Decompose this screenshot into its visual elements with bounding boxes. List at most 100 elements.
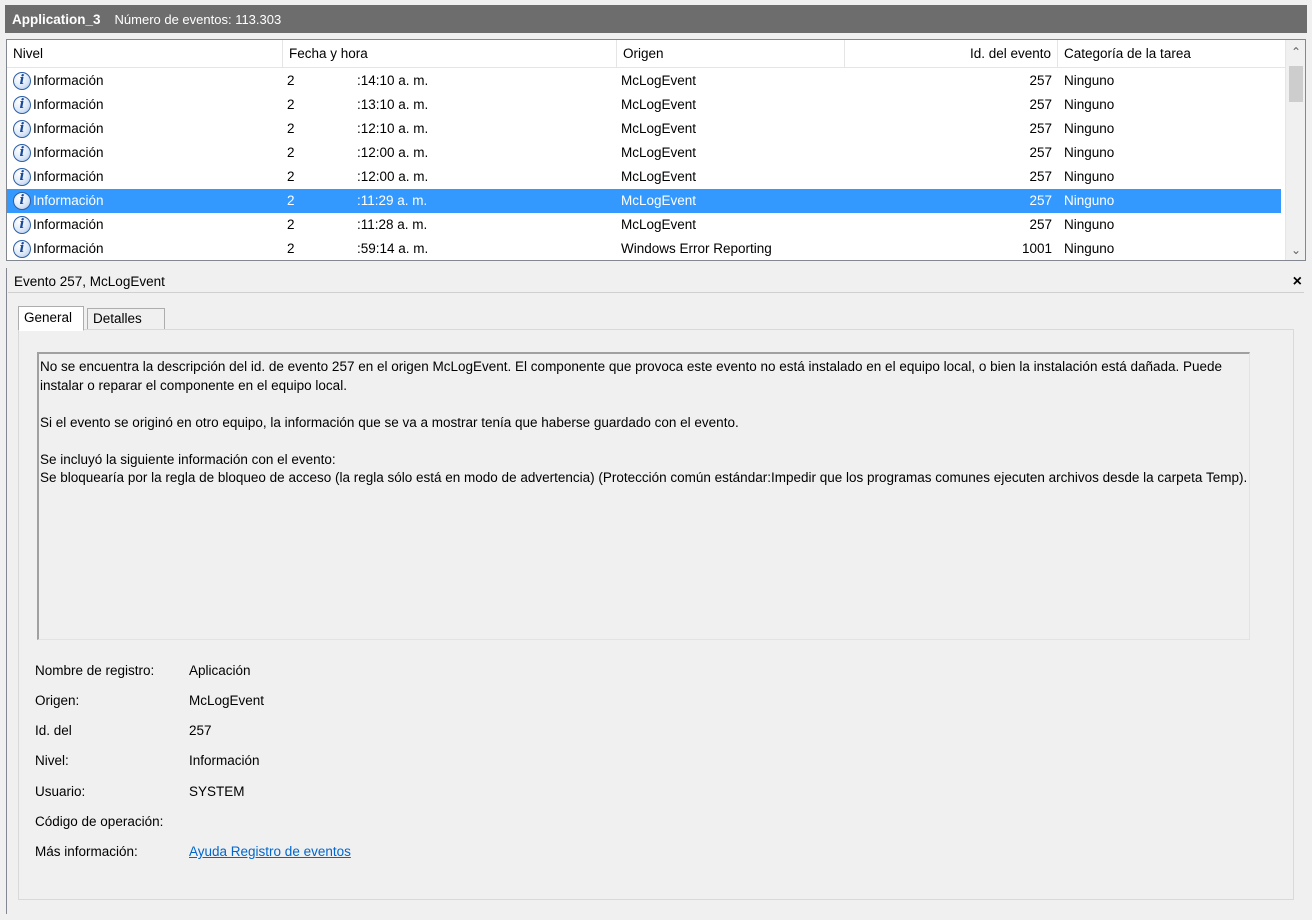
cell-level: i Información bbox=[13, 117, 283, 141]
cell-date: 2:12:10 a. m. bbox=[287, 117, 617, 141]
scroll-down-icon[interactable]: ⌄ bbox=[1286, 240, 1305, 260]
info-icon: i bbox=[13, 168, 31, 186]
cell-category: Ninguno bbox=[1064, 97, 1115, 112]
column-header-source[interactable]: Origen bbox=[617, 40, 845, 68]
description-line-blocked: Se bloquearía por la regla de bloqueo de… bbox=[40, 470, 1248, 485]
cell-date-part: 2 bbox=[287, 193, 295, 208]
column-header-date[interactable]: Fecha y hora bbox=[283, 40, 617, 68]
cell-date: 2 :13:10 a. m. bbox=[287, 93, 617, 117]
scroll-thumb[interactable] bbox=[1289, 66, 1303, 102]
prop-value-event-id: 257 bbox=[189, 723, 212, 738]
info-icon: i bbox=[13, 144, 31, 162]
cell-category: Ninguno bbox=[1064, 145, 1115, 160]
table-row[interactable]: i Información 2:13:10 a. m. McLogEvent 257 Ni… bbox=[7, 93, 1281, 117]
prop-value-user: SYSTEM bbox=[189, 784, 245, 799]
cell-date: 2 :11:29 a. m. bbox=[287, 189, 617, 213]
cell-event-id: 1001 bbox=[1021, 241, 1052, 256]
cell-category: Ninguno bbox=[1064, 73, 1115, 88]
column-header-event-id[interactable]: Id. del evento bbox=[845, 40, 1058, 68]
cell-date-part: 2 bbox=[287, 169, 295, 184]
cell-time-part: :14:10 a. m. bbox=[357, 73, 429, 88]
cell-level-text: Información bbox=[33, 241, 104, 256]
table-row[interactable]: i Información 2:11:29 a. m. McLogEvent 257 Ni… bbox=[7, 189, 1281, 213]
cell-level: i Información bbox=[13, 93, 283, 117]
info-icon: i bbox=[13, 96, 31, 114]
prop-value-source: McLogEvent bbox=[189, 693, 265, 708]
cell-event-id: 257 bbox=[1029, 193, 1052, 208]
prop-label-user: Usuario: bbox=[35, 784, 86, 799]
cell-date-part: 2 bbox=[287, 217, 295, 232]
scroll-up-icon[interactable]: ⌃ bbox=[1286, 42, 1305, 62]
cell-date-part: 2 bbox=[287, 121, 295, 136]
description-paragraph-1: No se encuentra la descripción del id. d… bbox=[40, 359, 1223, 393]
cell-event-id: 257 bbox=[1029, 73, 1052, 88]
table-row[interactable]: i Información 2:12:10 a. m. McLogEvent 257 Ni… bbox=[7, 117, 1281, 141]
cell-event-id: 257 bbox=[1029, 217, 1052, 232]
cell-category: Ninguno bbox=[1064, 241, 1115, 256]
column-header-category[interactable]: Categoría de la tarea bbox=[1058, 40, 1285, 68]
cell-date-part: 2 bbox=[287, 241, 295, 256]
cell-date-part: 2 bbox=[287, 145, 295, 160]
info-icon: i bbox=[13, 72, 31, 90]
cell-date-part: 2 bbox=[287, 97, 295, 112]
prop-label-source: Origen: bbox=[35, 693, 80, 708]
cell-level: i Información bbox=[13, 237, 283, 260]
prop-label-event-id: Id. del bbox=[35, 723, 72, 738]
more-info-link[interactable]: Ayuda Registro de eventos bbox=[189, 842, 351, 862]
table-row[interactable]: i Información 2:12:00 a. m. McLogEvent 257 Ni… bbox=[7, 141, 1281, 165]
cell-level-text: Información bbox=[33, 217, 104, 232]
cell-level-text: Información bbox=[33, 121, 104, 136]
cell-category: Ninguno bbox=[1064, 193, 1115, 208]
cell-time-part: :59:14 a. m. bbox=[357, 241, 429, 256]
cell-level-text: Información bbox=[33, 145, 104, 160]
info-icon: i bbox=[13, 192, 31, 210]
table-row[interactable]: i Información 2:12:00 a. m. McLogEvent 257 Ni… bbox=[7, 165, 1281, 189]
event-count: Número de eventos: 113.303 bbox=[114, 11, 282, 27]
table-row[interactable]: i Información 2:14:10 a. m. McLogEvent 257 Ni… bbox=[7, 69, 1281, 93]
tab-details[interactable]: Detalles bbox=[87, 308, 165, 330]
prop-value-log-name: Aplicación bbox=[189, 663, 251, 678]
cell-category: Ninguno bbox=[1064, 169, 1115, 184]
cell-category: Ninguno bbox=[1064, 121, 1115, 136]
info-icon: i bbox=[13, 120, 31, 138]
log-title-bar: Application_3 Número de eventos: 113.303 bbox=[5, 5, 1307, 33]
cell-level-text: Información bbox=[33, 73, 104, 88]
cell-date: 2 :12:00 a. m. bbox=[287, 141, 617, 165]
cell-date: 2 :14:10 a. m. bbox=[287, 69, 617, 93]
tab-general[interactable]: General bbox=[18, 306, 84, 331]
cell-level: i Información bbox=[13, 141, 283, 165]
cell-event-id: 257 bbox=[1029, 97, 1052, 112]
close-icon[interactable]: × bbox=[1293, 272, 1302, 292]
table-row[interactable]: i Información 2:11:28 a. m. McLogEvent 257 Ni… bbox=[7, 213, 1281, 237]
prop-label-more-info: Más información: bbox=[35, 844, 138, 859]
cell-date: 2 :12:00 a. m. bbox=[287, 165, 617, 189]
cell-time-part: :12:00 a. m. bbox=[357, 145, 429, 160]
cell-time-part: :13:10 a. m. bbox=[357, 97, 429, 112]
event-list[interactable]: Nivel Fecha y hora Origen Id. del evento… bbox=[6, 39, 1306, 261]
event-detail-title: Evento 257, McLogEvent bbox=[8, 271, 1304, 293]
cell-date: 2:11:28 a. m. bbox=[287, 213, 617, 237]
info-icon: i bbox=[13, 216, 31, 234]
cell-event-id: 257 bbox=[1029, 169, 1052, 184]
description-paragraph-2: Si el evento se originó en otro equipo, … bbox=[40, 414, 739, 430]
log-name: Application_3 bbox=[12, 11, 101, 27]
prop-label-log-name: Nombre de registro: bbox=[35, 663, 155, 678]
cell-category: Ninguno bbox=[1064, 217, 1115, 232]
cell-level: i Información bbox=[13, 189, 283, 213]
event-list-scrollbar[interactable]: ⌃ ⌄ bbox=[1285, 40, 1305, 260]
cell-time-part: :12:00 a. m. bbox=[357, 169, 429, 184]
cell-event-id: 257 bbox=[1029, 121, 1052, 136]
info-icon: i bbox=[13, 240, 31, 258]
table-row[interactable]: i Información 2:59:14 a. m. Windows Error R… bbox=[7, 237, 1281, 260]
cell-level-text: Información bbox=[33, 97, 104, 112]
event-list-header: Nivel Fecha y hora Origen Id. del evento… bbox=[7, 40, 1285, 68]
cell-time-part: :11:29 a. m. bbox=[357, 193, 428, 208]
event-description[interactable]: No se encuentra la descripción del id. d… bbox=[37, 352, 1250, 640]
prop-label-opcode: Código de operación: bbox=[35, 814, 164, 829]
cell-date: 2 :59:14 a. m. bbox=[287, 237, 617, 260]
prop-value-level: Información bbox=[189, 753, 260, 768]
cell-level-text: Información bbox=[33, 169, 104, 184]
description-paragraph-3: Se incluyó la siguiente información con … bbox=[40, 451, 1248, 488]
column-header-level[interactable]: Nivel bbox=[7, 40, 283, 68]
cell-date-part: 2 bbox=[287, 73, 295, 88]
